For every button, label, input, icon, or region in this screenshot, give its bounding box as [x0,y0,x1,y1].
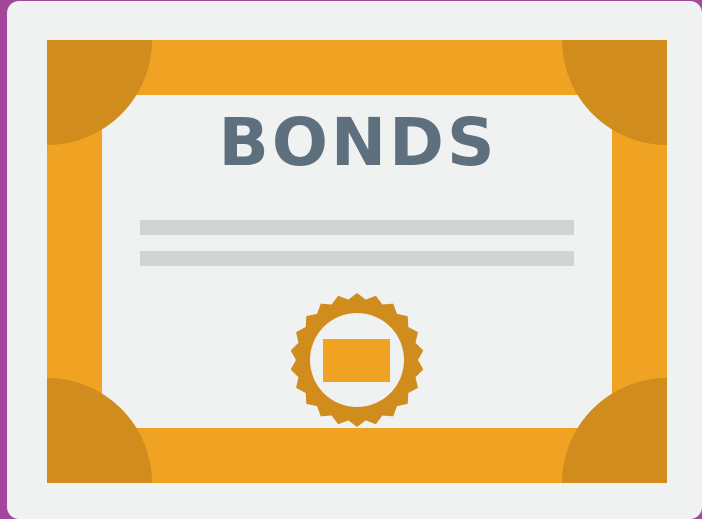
certificate-card: BONDS [7,1,702,519]
certificate-illustration [7,1,702,519]
certificate-text-line-2 [140,251,574,266]
certificate-text-line-1 [140,220,574,235]
seal-center [323,339,390,382]
certificate-title: BONDS [218,104,498,181]
